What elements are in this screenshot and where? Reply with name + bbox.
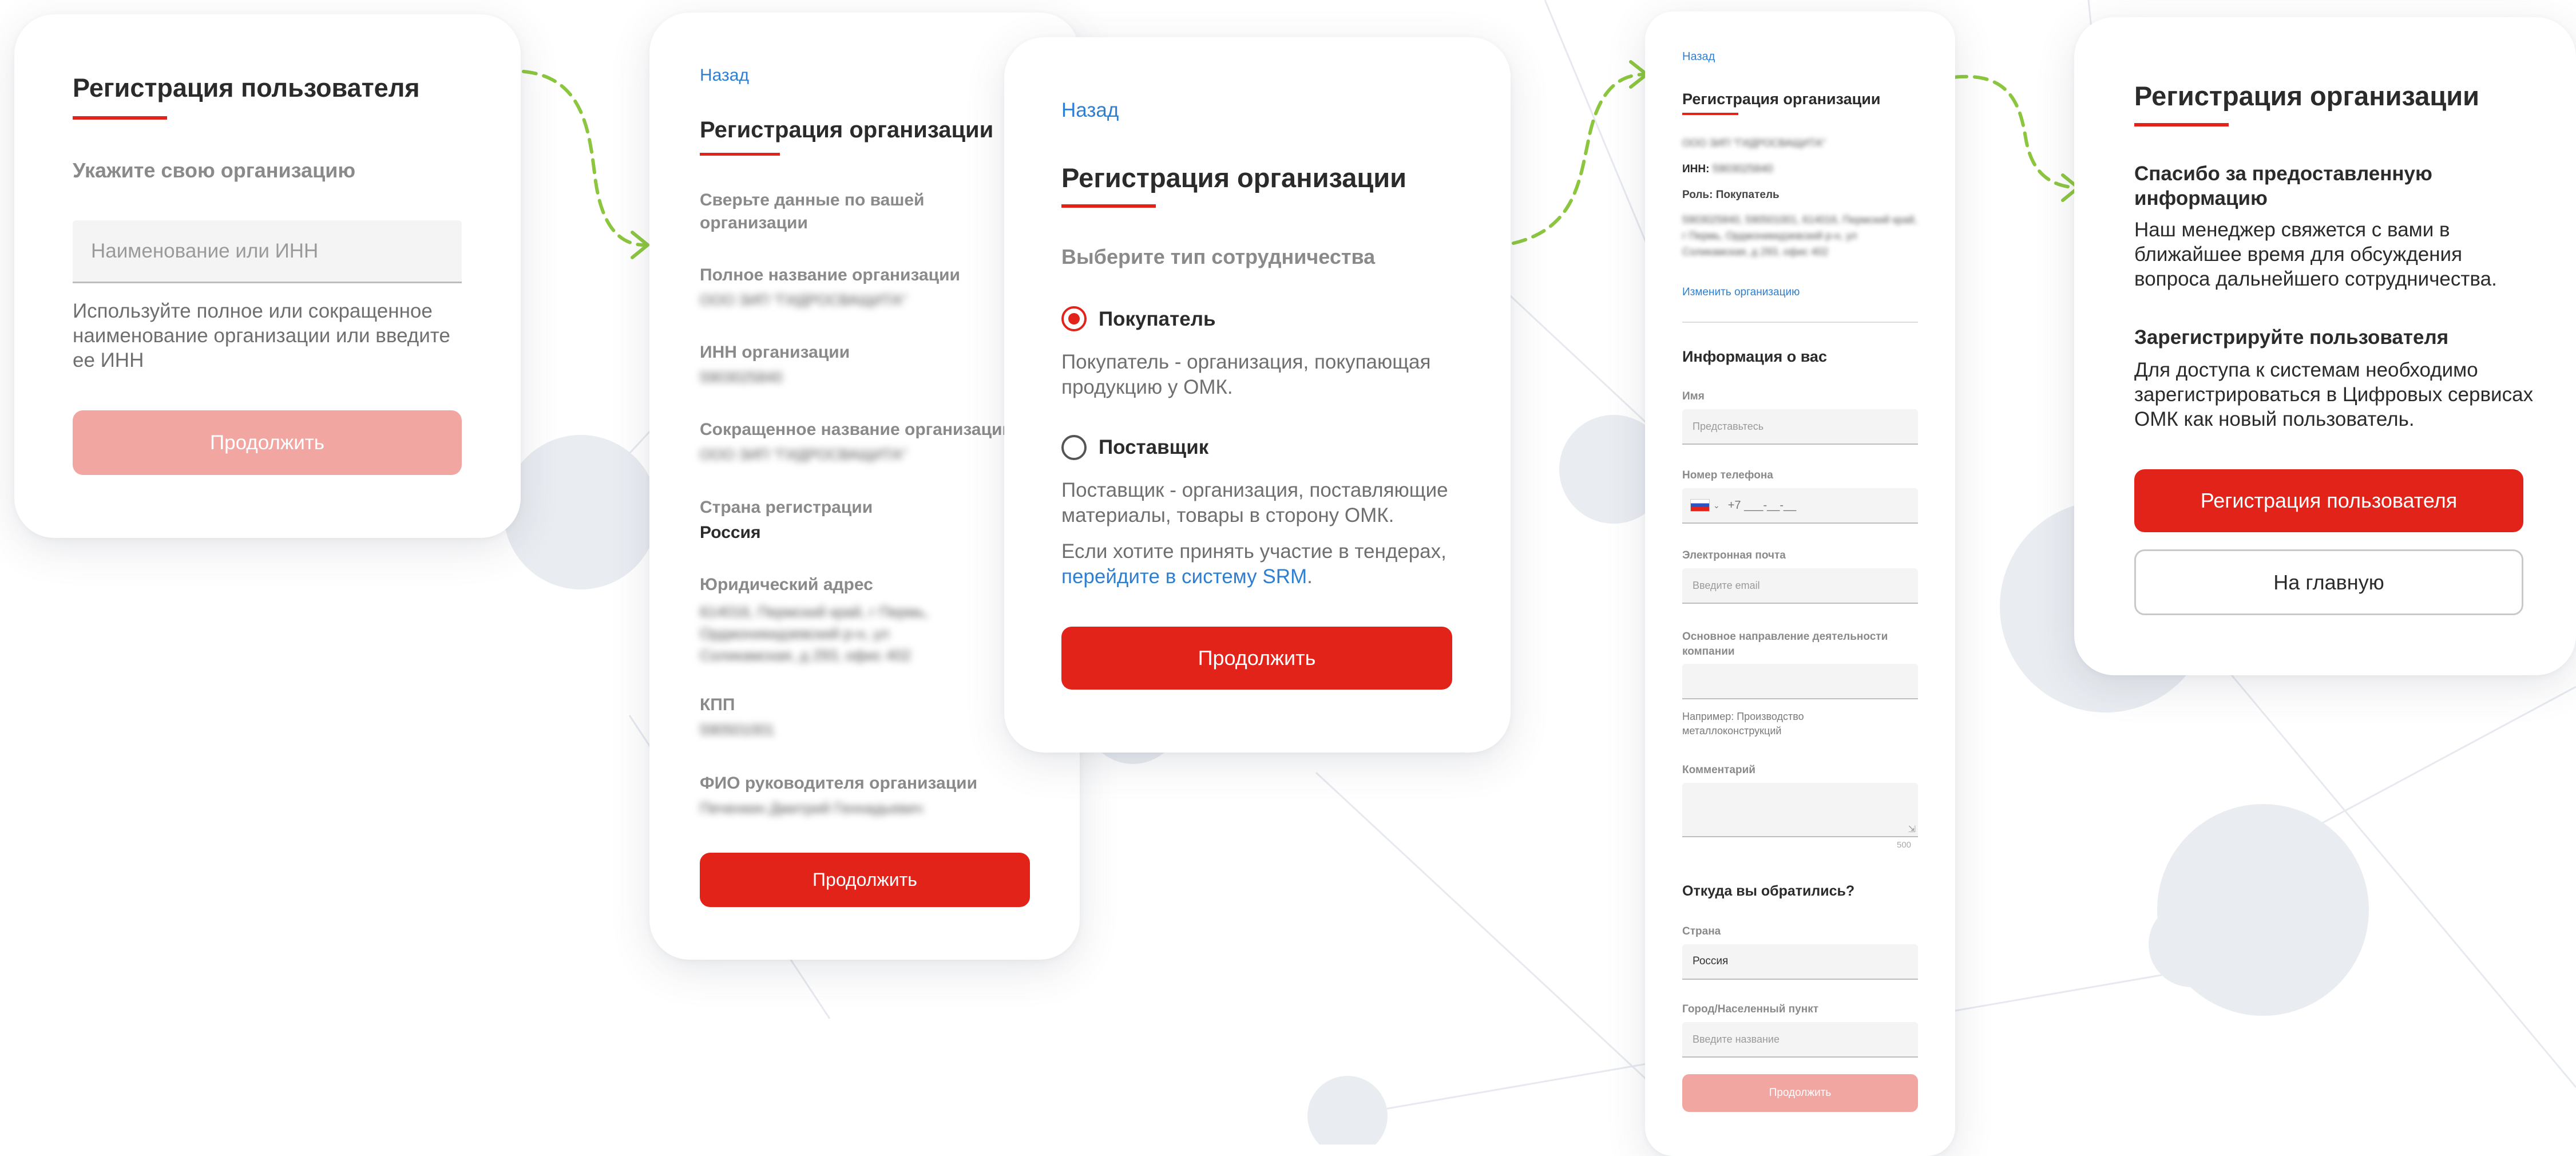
- city-placeholder: Введите название: [1693, 1033, 1780, 1045]
- title-underline: [2134, 123, 2229, 126]
- comment-counter: 500: [1897, 840, 1912, 850]
- register-user-button[interactable]: Регистрация пользователя: [2134, 469, 2523, 532]
- registration-complete-card: Регистрация организации Спасибо за предо…: [2074, 17, 2576, 675]
- tender-text-end: .: [1307, 565, 1313, 588]
- phone-input[interactable]: ⌄ +7 ___-__-__: [1682, 488, 1918, 524]
- supplier-label[interactable]: Поставщик: [1099, 436, 1208, 459]
- inn-label: ИНН:: [1682, 163, 1710, 175]
- activity-input[interactable]: [1682, 664, 1918, 699]
- organization-search-input[interactable]: Наименование или ИНН: [73, 220, 462, 283]
- name-label: Имя: [1682, 390, 1705, 402]
- card-title: Регистрация организации: [1061, 163, 1407, 193]
- country-select[interactable]: Россия: [1682, 944, 1918, 980]
- email-input[interactable]: Введите email: [1682, 568, 1918, 604]
- buyer-radio[interactable]: [1061, 306, 1087, 331]
- inn-value: 5903025840: [700, 369, 783, 386]
- back-link[interactable]: Назад: [1682, 50, 1715, 64]
- name-input[interactable]: Представьтесь: [1682, 409, 1918, 445]
- kpp-label: КПП: [700, 695, 735, 714]
- title-underline: [1061, 204, 1156, 208]
- address-value: 614016, Пермский край, г Пермь, Орджоник…: [700, 603, 929, 664]
- comment-textarea[interactable]: ⇲: [1682, 783, 1918, 837]
- short-name-value: ООО ЗИП "ГИДРОСВАЩИТА": [700, 446, 907, 463]
- card-subtitle: Укажите свою организацию: [73, 159, 356, 182]
- back-link[interactable]: Назад: [1061, 99, 1119, 122]
- phone-label: Номер телефона: [1682, 469, 1773, 481]
- cooperation-type-card: Назад Регистрация организации Выберите т…: [1004, 37, 1511, 753]
- full-name-label: Полное название организации: [700, 266, 960, 284]
- inn-value: 5903025840: [1712, 163, 1773, 175]
- email-placeholder: Введите email: [1693, 579, 1760, 591]
- activity-hint: Например: Производство металлоконструкци…: [1682, 711, 1804, 737]
- input-hint: Используйте полное или сокращенное наиме…: [73, 300, 450, 371]
- org-name: ООО ЗИП "ГИДРОСВАЩИТА": [1682, 137, 1826, 149]
- country-label: Страна: [1682, 925, 1721, 937]
- address-label: Юридический адрес: [700, 575, 873, 594]
- home-button[interactable]: На главную: [2134, 549, 2523, 615]
- email-label: Электронная почта: [1682, 549, 1786, 561]
- continue-button[interactable]: Продолжить: [1682, 1074, 1918, 1112]
- country-label: Страна регистрации: [700, 498, 873, 517]
- source-title: Откуда вы обратились?: [1682, 883, 1855, 899]
- back-link[interactable]: Назад: [700, 66, 749, 85]
- city-label: Город/Населенный пункт: [1682, 1003, 1819, 1015]
- divider: [1682, 322, 1918, 323]
- title-underline: [73, 116, 167, 120]
- buyer-description: Покупатель - организация, покупающая про…: [1061, 351, 1431, 398]
- tender-text: Если хотите принять участие в тендерах, …: [1061, 539, 1462, 589]
- director-label: ФИО руководителя организации: [700, 774, 978, 793]
- russia-flag-icon[interactable]: [1690, 499, 1710, 512]
- supplier-description: Поставщик - организация, поставляющие ма…: [1061, 479, 1448, 526]
- comment-label: Комментарий: [1682, 764, 1755, 776]
- card-title: Регистрация пользователя: [73, 73, 420, 102]
- kpp-value: 590501001: [700, 721, 775, 738]
- buyer-label[interactable]: Покупатель: [1099, 308, 1215, 331]
- org-address: 5903025840, 590501001, 614016, Пермский …: [1682, 214, 1917, 258]
- register-text: Для доступа к системам необходимо зареги…: [2134, 359, 2534, 430]
- country-value: Россия: [1693, 955, 1729, 967]
- inn-row: ИНН: 5903025840: [1682, 163, 1773, 176]
- card-title: Регистрация организации: [1682, 90, 1881, 108]
- card-title: Регистрация организации: [700, 117, 994, 142]
- inn-label: ИНН организации: [700, 343, 850, 362]
- title-underline: [1682, 113, 1738, 115]
- input-placeholder: Наименование или ИНН: [91, 239, 319, 262]
- register-title: Зарегистрируйте пользователя: [2134, 326, 2449, 349]
- tender-text-start: Если хотите принять участие в тендерах,: [1061, 540, 1446, 563]
- contact-info-card: Назад Регистрация организации ООО ЗИП "Г…: [1645, 11, 1955, 1156]
- continue-button[interactable]: Продолжить: [1061, 627, 1452, 690]
- srm-link[interactable]: перейдите в систему SRM: [1061, 565, 1307, 588]
- user-registration-card: Регистрация пользователя Укажите свою ор…: [14, 14, 521, 538]
- card-subtitle: Выберите тип сотрудничества: [1061, 245, 1376, 268]
- thanks-title: Спасибо за предоставленную информацию: [2134, 163, 2432, 209]
- section-title: Информация о вас: [1682, 348, 1827, 365]
- country-value: Россия: [700, 523, 761, 542]
- role-text: Роль: Покупатель: [1682, 189, 1780, 201]
- short-name-label: Сокращенное название организации: [700, 420, 1013, 439]
- phone-value: +7 ___-__-__: [1727, 498, 1797, 512]
- continue-button[interactable]: Продолжить: [73, 410, 462, 475]
- city-input[interactable]: Введите название: [1682, 1022, 1918, 1058]
- resize-handle-icon[interactable]: ⇲: [1908, 824, 1916, 835]
- supplier-radio[interactable]: [1061, 435, 1087, 460]
- name-placeholder: Представьтесь: [1693, 420, 1764, 432]
- intro-text: Сверьте данные по вашей организации: [700, 191, 925, 232]
- flow-arrow-1: [522, 70, 649, 259]
- flow-arrow-3: [1952, 74, 2080, 202]
- full-name-value: ООО ЗИП "ГИДРОСВАЩИТА": [700, 291, 907, 308]
- activity-label: Основное направление деятельности компан…: [1682, 631, 1888, 658]
- continue-button[interactable]: Продолжить: [700, 853, 1030, 907]
- flow-arrow-2: [1512, 60, 1648, 245]
- card-title: Регистрация организации: [2134, 81, 2480, 111]
- change-organization-link[interactable]: Изменить организацию: [1682, 286, 1800, 299]
- chevron-down-icon[interactable]: ⌄: [1713, 501, 1720, 510]
- director-value: Печенкин Дмитрий Геннадьевич: [700, 799, 923, 817]
- title-underline: [700, 153, 780, 156]
- thanks-text: Наш менеджер свяжется с вами в ближайшее…: [2134, 219, 2497, 290]
